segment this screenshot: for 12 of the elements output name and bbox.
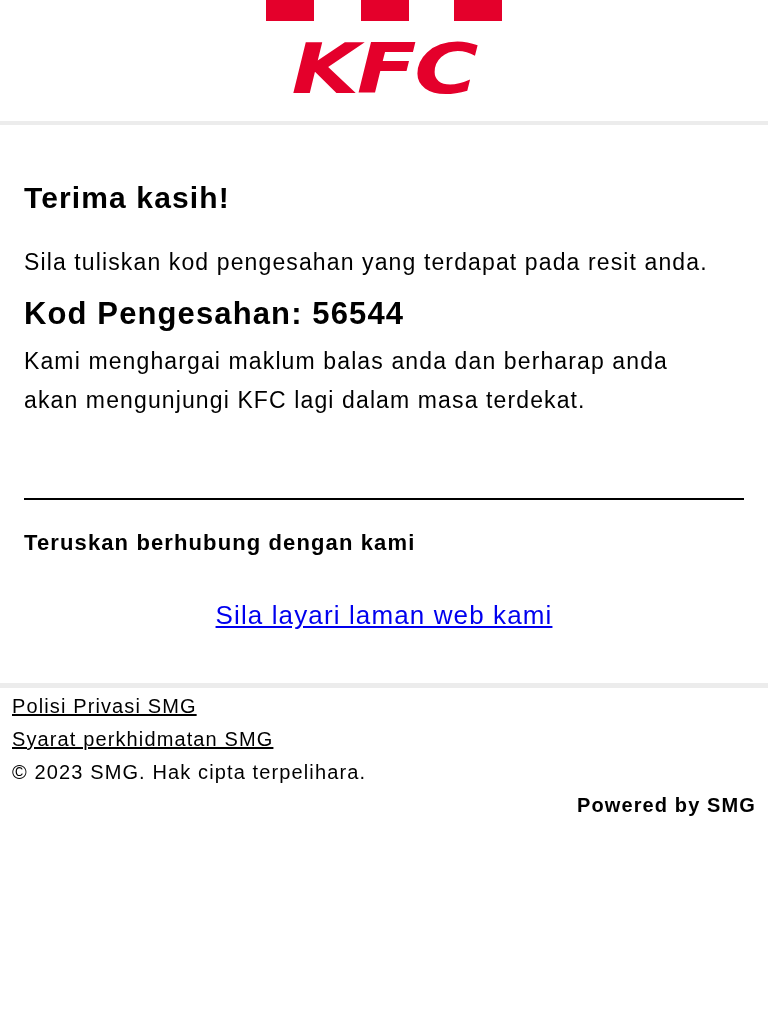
logo-text: KFC (291, 38, 477, 100)
thanks-message: Kami menghargai maklum balas anda dan berharap anda akan mengunjungi KFC lagi dalam masa terdekat. (24, 347, 669, 415)
powered-by-text: Powered by SMG (576, 794, 756, 817)
section-title: Teruskan berhubung dengan kami (24, 530, 417, 556)
validation-code: Kod Pengesahan: 56544 (24, 296, 406, 332)
instruction-text: Sila tuliskan kod pengesahan yang terdapat pada resit anda. (24, 248, 709, 277)
footer-link[interactable]: Polisi Privasi SMG (12, 695, 197, 718)
page-title: Terima kasih! (24, 181, 231, 215)
website-link[interactable]: Sila layari laman web kami (215, 600, 553, 631)
stripes-icon (266, 0, 502, 21)
footer-link[interactable]: Syarat perkhidmatan SMG (12, 728, 274, 751)
copyright-text: © 2023 SMG. Hak cipta terpelihara. (12, 761, 368, 784)
